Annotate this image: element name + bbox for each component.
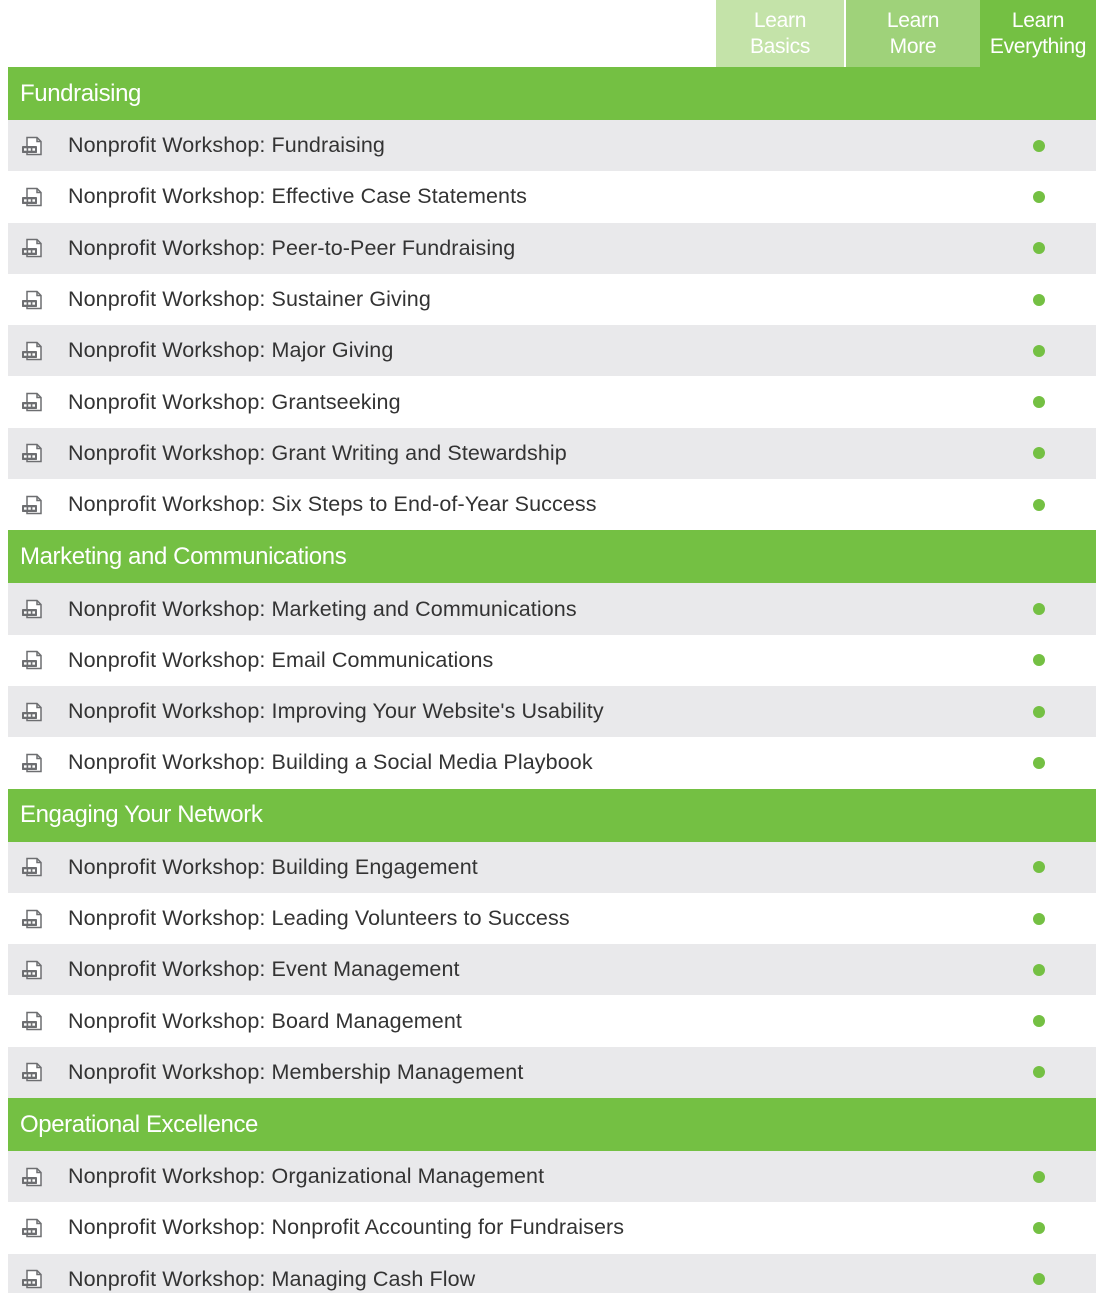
workshop-title-link[interactable]: Nonprofit Workshop: Sustainer Giving — [68, 287, 431, 312]
pdf-file-icon[interactable] — [20, 702, 44, 722]
workshop-row[interactable]: Nonprofit Workshop: Managing Cash Flow — [8, 1253, 1096, 1293]
learn-everything-dot — [1033, 654, 1045, 667]
learn-everything-dot — [1033, 603, 1045, 616]
workshop-title-link[interactable]: Nonprofit Workshop: Managing Cash Flow — [68, 1267, 475, 1292]
workshop-row[interactable]: Nonprofit Workshop: Building a Social Me… — [8, 737, 1096, 788]
workshop-row[interactable]: Nonprofit Workshop: Organizational Manag… — [8, 1151, 1096, 1203]
workshop-row[interactable]: Nonprofit Workshop: Peer-to-Peer Fundrai… — [8, 222, 1096, 274]
pdf-file-icon[interactable] — [20, 495, 44, 515]
workshop-title-link[interactable]: Nonprofit Workshop: Improving Your Websi… — [68, 699, 604, 724]
workshop-row[interactable]: Nonprofit Workshop: Leading Volunteers t… — [8, 893, 1096, 944]
learn-everything-dot — [1033, 1015, 1045, 1028]
learn-everything-dot — [1033, 293, 1045, 306]
workshop-title-link[interactable]: Nonprofit Workshop: Leading Volunteers t… — [68, 906, 570, 931]
pdf-file-icon[interactable] — [20, 1218, 44, 1238]
pdf-file-icon[interactable] — [20, 290, 44, 310]
learn-everything-dot — [1033, 963, 1045, 976]
workshop-title-link[interactable]: Nonprofit Workshop: Building Engagement — [68, 855, 478, 880]
pdf-file-icon[interactable] — [20, 753, 44, 773]
section-header: Operational Excellence — [8, 1098, 1096, 1152]
workshop-title-link[interactable]: Nonprofit Workshop: Six Steps to End-of-… — [68, 492, 597, 517]
pdf-file-icon[interactable] — [20, 238, 44, 258]
header-learn-basics: Learn Basics — [716, 0, 844, 67]
header-label-line1: Learn — [753, 8, 807, 32]
learn-everything-dot — [1033, 861, 1045, 874]
column-header: Learn Basics Learn More Learn Everything — [716, 0, 1096, 67]
header-label-line1: Learn — [886, 8, 940, 32]
workshop-title-link[interactable]: Nonprofit Workshop: Grant Writing and St… — [68, 441, 567, 466]
section-header: Marketing and Communications — [8, 530, 1096, 584]
learn-everything-dot — [1033, 242, 1045, 255]
workshop-row[interactable]: Nonprofit Workshop: Grant Writing and St… — [8, 427, 1096, 480]
pdf-file-icon[interactable] — [20, 1167, 44, 1187]
workshop-title-link[interactable]: Nonprofit Workshop: Major Giving — [68, 338, 393, 363]
workshop-row[interactable]: Nonprofit Workshop: Effective Case State… — [8, 171, 1096, 222]
learn-everything-dot — [1033, 756, 1045, 769]
workshop-row[interactable]: Nonprofit Workshop: Membership Managemen… — [8, 1046, 1096, 1099]
workshop-row[interactable]: Nonprofit Workshop: Improving Your Websi… — [8, 685, 1096, 738]
workshop-row[interactable]: Nonprofit Workshop: Email Communications — [8, 635, 1096, 686]
header-learn-everything: Learn Everything — [980, 0, 1096, 67]
workshop-row[interactable]: Nonprofit Workshop: Major Giving — [8, 325, 1096, 377]
pdf-file-icon[interactable] — [20, 1062, 44, 1082]
header-label-line1: Learn — [1011, 8, 1065, 32]
workshop-table: Fundraising Nonprofit Workshop: Fundraisi… — [8, 67, 1096, 1293]
workshop-title-link[interactable]: Nonprofit Workshop: Nonprofit Accounting… — [68, 1215, 624, 1240]
workshop-title-link[interactable]: Nonprofit Workshop: Building a Social Me… — [68, 750, 593, 775]
workshop-title-link[interactable]: Nonprofit Workshop: Membership Managemen… — [68, 1060, 523, 1085]
header-label-line2: More — [889, 34, 937, 58]
learn-everything-dot — [1033, 396, 1045, 409]
workshop-title-link[interactable]: Nonprofit Workshop: Marketing and Commun… — [68, 597, 577, 622]
pdf-file-icon[interactable] — [20, 392, 44, 412]
section-header: Fundraising — [8, 67, 1096, 120]
workshop-row[interactable]: Nonprofit Workshop: Marketing and Commun… — [8, 583, 1096, 635]
pdf-file-icon[interactable] — [20, 909, 44, 929]
workshop-title-link[interactable]: Nonprofit Workshop: Email Communications — [68, 648, 493, 673]
learn-everything-dot — [1033, 498, 1045, 511]
learn-everything-dot — [1033, 1273, 1045, 1286]
pdf-file-icon[interactable] — [20, 1269, 44, 1289]
workshop-row[interactable]: Nonprofit Workshop: Event Management — [8, 944, 1096, 996]
pdf-file-icon[interactable] — [20, 341, 44, 361]
workshop-title-link[interactable]: Nonprofit Workshop: Peer-to-Peer Fundrai… — [68, 236, 515, 261]
learn-everything-dot — [1033, 190, 1045, 203]
pdf-file-icon[interactable] — [20, 599, 44, 619]
section-header: Engaging Your Network — [8, 788, 1096, 842]
header-label-line2: Everything — [989, 34, 1087, 58]
learn-everything-dot — [1033, 1066, 1045, 1079]
learn-everything-dot — [1033, 705, 1045, 718]
workshop-title-link[interactable]: Nonprofit Workshop: Board Management — [68, 1009, 462, 1034]
learn-everything-dot — [1033, 344, 1045, 357]
workshop-row[interactable]: Nonprofit Workshop: Grantseeking — [8, 376, 1096, 427]
learn-everything-dot — [1033, 139, 1045, 152]
workshop-title-link[interactable]: Nonprofit Workshop: Fundraising — [68, 133, 385, 158]
workshop-row[interactable]: Nonprofit Workshop: Board Management — [8, 995, 1096, 1046]
workshop-title-link[interactable]: Nonprofit Workshop: Effective Case State… — [68, 184, 527, 209]
pdf-file-icon[interactable] — [20, 1011, 44, 1031]
learn-everything-dot — [1033, 912, 1045, 925]
learn-everything-dot — [1033, 447, 1045, 460]
pdf-file-icon[interactable] — [20, 650, 44, 670]
workshop-row[interactable]: Nonprofit Workshop: Sustainer Giving — [8, 274, 1096, 325]
header-label-line2: Basics — [749, 34, 811, 58]
workshop-row[interactable]: Nonprofit Workshop: Fundraising — [8, 120, 1096, 172]
learn-everything-dot — [1033, 1221, 1045, 1234]
pdf-file-icon[interactable] — [20, 187, 44, 207]
pdf-file-icon[interactable] — [20, 960, 44, 980]
workshop-row[interactable]: Nonprofit Workshop: Nonprofit Accounting… — [8, 1202, 1096, 1253]
workshop-title-link[interactable]: Nonprofit Workshop: Organizational Manag… — [68, 1164, 544, 1189]
workshop-title-link[interactable]: Nonprofit Workshop: Event Management — [68, 957, 460, 982]
header-learn-more: Learn More — [846, 0, 980, 67]
workshop-row[interactable]: Nonprofit Workshop: Six Steps to End-of-… — [8, 479, 1096, 530]
workshop-row[interactable]: Nonprofit Workshop: Building Engagement — [8, 841, 1096, 893]
learn-everything-dot — [1033, 1170, 1045, 1183]
pdf-file-icon[interactable] — [20, 136, 44, 156]
pdf-file-icon[interactable] — [20, 443, 44, 463]
workshop-title-link[interactable]: Nonprofit Workshop: Grantseeking — [68, 390, 401, 415]
pdf-file-icon[interactable] — [20, 857, 44, 877]
